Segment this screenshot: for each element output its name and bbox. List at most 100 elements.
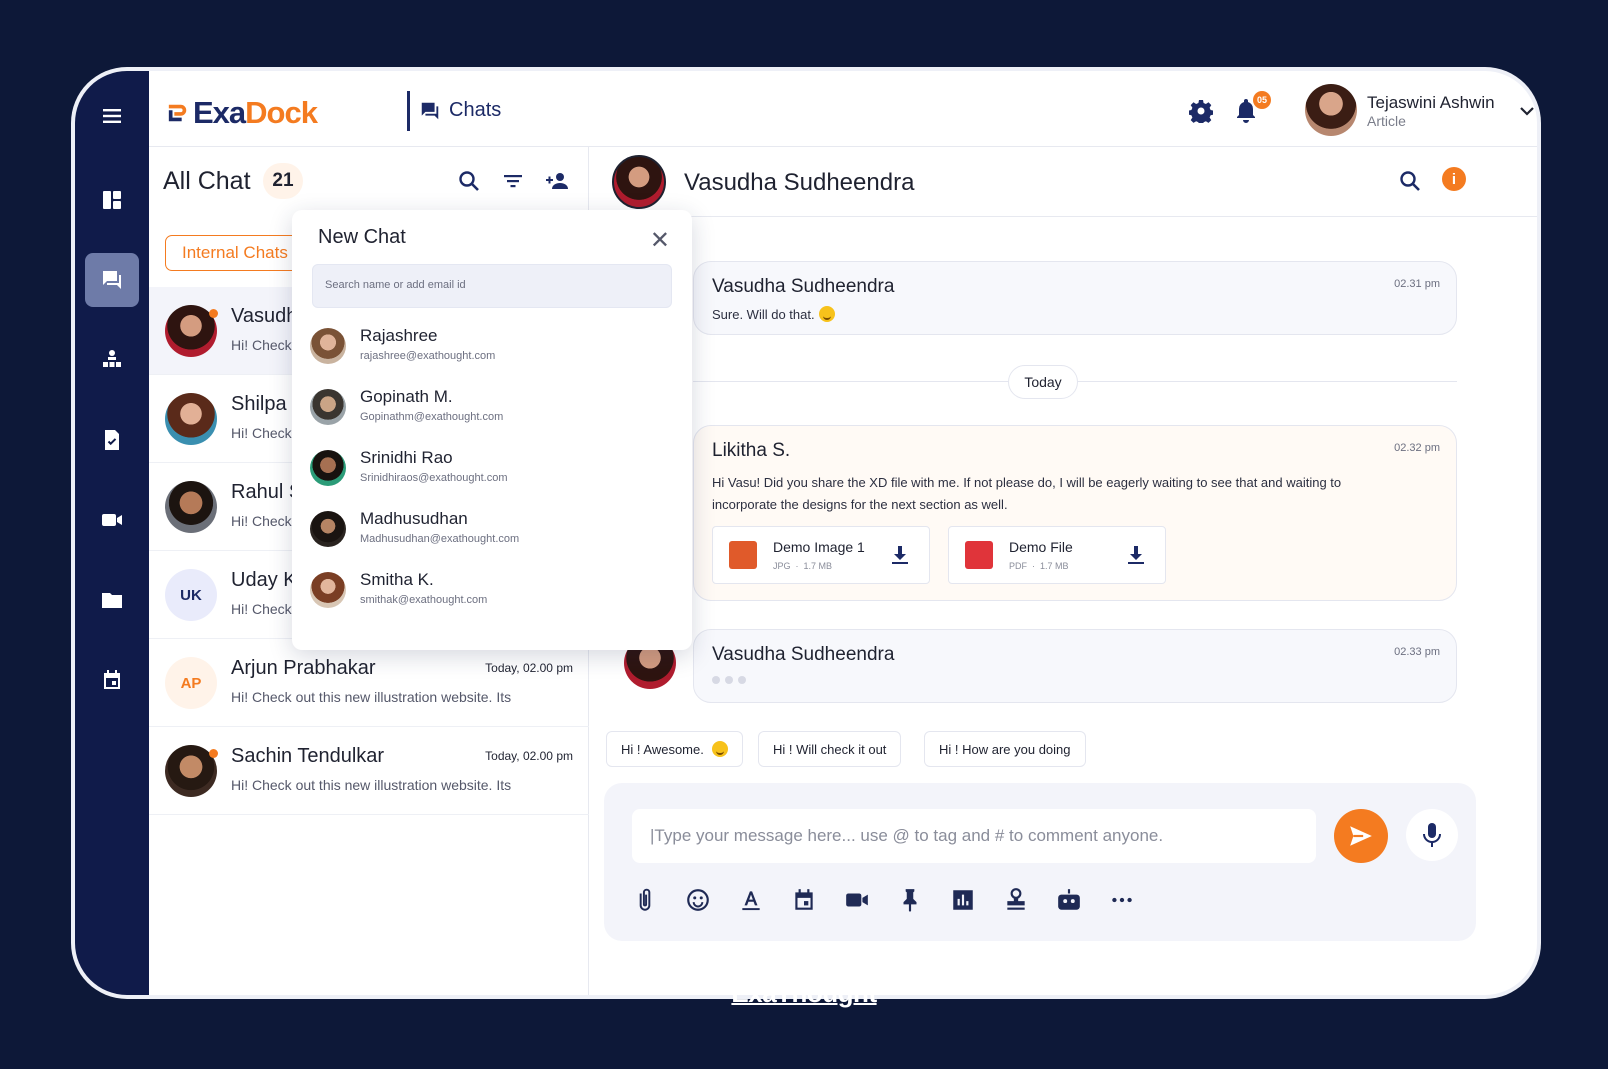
brand-name-left: Exa bbox=[193, 95, 246, 130]
chats-icon[interactable] bbox=[85, 253, 139, 307]
contact-item[interactable]: Srinidhi Rao Srinidhiraos@exathought.com bbox=[292, 444, 692, 505]
avatar[interactable] bbox=[612, 155, 666, 209]
unread-dot bbox=[209, 749, 218, 758]
more-icon[interactable] bbox=[1109, 887, 1135, 913]
search-icon[interactable] bbox=[1398, 169, 1422, 193]
bot-icon[interactable] bbox=[1056, 887, 1082, 913]
avatar bbox=[310, 389, 346, 425]
chevron-down-icon[interactable] bbox=[1519, 103, 1535, 119]
section-title: Chats bbox=[419, 99, 501, 122]
message-sender: Vasudha Sudheendra bbox=[712, 644, 895, 665]
composer-toolbar bbox=[632, 887, 1135, 913]
add-user-icon[interactable] bbox=[545, 169, 569, 193]
task-icon[interactable] bbox=[85, 413, 139, 467]
settings-icon[interactable] bbox=[1189, 99, 1213, 123]
smile-emoji-icon bbox=[711, 741, 728, 757]
conversation-panel: Vasudha Sudheendra i Vasudha Sudheendra … bbox=[590, 147, 1537, 995]
quick-reply-button[interactable]: Hi ! How are you doing bbox=[924, 731, 1086, 767]
calendar-icon[interactable] bbox=[85, 653, 139, 707]
chat-time: Today, 02.00 pm bbox=[485, 749, 573, 763]
contact-name: Srinidhi Rao bbox=[360, 448, 453, 467]
attachment-card[interactable]: Demo File PDF · 1.7 MB bbox=[948, 526, 1166, 584]
contact-email: Madhusudhan@exathought.com bbox=[360, 533, 520, 545]
new-chat-popover: New Chat ✕ Search name or add email id R… bbox=[292, 210, 692, 650]
video-icon[interactable] bbox=[844, 887, 870, 913]
avatar: UK bbox=[165, 569, 217, 621]
message-sender: Vasudha Sudheendra bbox=[712, 276, 895, 297]
jpg-file-icon bbox=[729, 541, 757, 569]
popover-title: New Chat bbox=[318, 226, 406, 248]
video-call-icon[interactable] bbox=[85, 493, 139, 547]
quick-reply-button[interactable]: Hi ! Awesome. bbox=[606, 731, 743, 767]
org-chart-icon[interactable] bbox=[85, 333, 139, 387]
message-input[interactable]: |Type your message here... use @ to tag … bbox=[632, 809, 1316, 863]
chat-bubble-icon bbox=[421, 102, 439, 119]
download-icon[interactable] bbox=[1127, 545, 1145, 565]
message-sender: Likitha S. bbox=[712, 440, 791, 461]
nav-rail bbox=[75, 71, 149, 995]
notification-count-badge: 05 bbox=[1253, 91, 1271, 109]
user-name: Tejaswini Ashwin bbox=[1367, 93, 1495, 112]
search-icon[interactable] bbox=[457, 169, 481, 193]
send-button[interactable] bbox=[1334, 809, 1388, 863]
brand-name-right: Dock bbox=[245, 95, 318, 130]
contact-item[interactable]: Madhusudhan Madhusudhan@exathought.com bbox=[292, 505, 692, 566]
attachment-meta: JPG · 1.7 MB bbox=[773, 561, 833, 571]
attach-icon[interactable] bbox=[632, 887, 658, 913]
message-bubble: Vasudha Sudheendra 02.31 pm Sure. Will d… bbox=[693, 261, 1457, 335]
brand-mark-icon bbox=[168, 104, 187, 122]
voice-button[interactable] bbox=[1406, 809, 1458, 861]
chat-name: Sachin Tendulkar bbox=[231, 745, 385, 767]
pin-icon[interactable] bbox=[897, 887, 923, 913]
dashboard-icon[interactable] bbox=[85, 173, 139, 227]
unread-dot bbox=[209, 309, 218, 318]
chat-list-item[interactable]: Sachin Tendulkar Today, 02.00 pm Hi! Che… bbox=[149, 727, 589, 815]
send-icon bbox=[1350, 826, 1372, 846]
message-time: 02.32 pm bbox=[1394, 442, 1440, 454]
contact-email: Srinidhiraos@exathought.com bbox=[360, 472, 508, 484]
contact-name: Gopinath M. bbox=[360, 387, 453, 406]
avatar: AP bbox=[165, 657, 217, 709]
calendar-icon[interactable] bbox=[791, 887, 817, 913]
attachment-card[interactable]: Demo Image 1 JPG · 1.7 MB bbox=[712, 526, 930, 584]
filter-icon[interactable] bbox=[501, 169, 525, 193]
info-icon[interactable]: i bbox=[1442, 167, 1466, 191]
contact-item[interactable]: Rajashree rajashree@exathought.com bbox=[292, 322, 692, 383]
quick-reply-button[interactable]: Hi ! Will check it out bbox=[758, 731, 902, 767]
message-time: 02.31 pm bbox=[1394, 278, 1440, 290]
avatar bbox=[310, 328, 346, 364]
contact-item[interactable]: Smitha K. smithak@exathought.com bbox=[292, 566, 692, 627]
menu-icon[interactable] bbox=[85, 89, 139, 143]
top-bar: Exa Dock Chats 05 Tejaswini Ashwin Articl… bbox=[149, 71, 1537, 147]
contact-name: Rajashree bbox=[360, 326, 438, 345]
chat-preview: Hi! Check out this new illustration webs… bbox=[231, 689, 512, 705]
pdf-file-icon bbox=[965, 541, 993, 569]
app-window: Exa Dock Chats 05 Tejaswini Ashwin Articl… bbox=[75, 71, 1537, 995]
smile-emoji-icon bbox=[818, 306, 835, 322]
message-text: Sure. Will do that. bbox=[712, 304, 1372, 326]
contact-item[interactable]: Gopinath M. Gopinathm@exathought.com bbox=[292, 383, 692, 444]
attachment-name: Demo File bbox=[1009, 539, 1073, 555]
section-label: Chats bbox=[449, 99, 502, 121]
contact-search-input[interactable]: Search name or add email id bbox=[312, 264, 672, 308]
contact-email: Gopinathm@exathought.com bbox=[360, 411, 504, 423]
chat-list-item[interactable]: AP Arjun Prabhakar Today, 02.00 pm Hi! C… bbox=[149, 639, 589, 727]
avatar bbox=[310, 572, 346, 608]
folder-icon[interactable] bbox=[85, 573, 139, 627]
text-format-icon[interactable] bbox=[738, 887, 764, 913]
message-bubble: Vasudha Sudheendra 02.33 pm bbox=[693, 629, 1457, 703]
avatar bbox=[310, 450, 346, 486]
user-role: Article bbox=[1367, 113, 1406, 129]
stamp-icon[interactable] bbox=[1003, 887, 1029, 913]
day-label: Today bbox=[1008, 365, 1078, 399]
brand-logo[interactable]: Exa Dock bbox=[167, 95, 318, 131]
user-avatar[interactable] bbox=[1305, 84, 1357, 136]
message-composer: |Type your message here... use @ to tag … bbox=[604, 783, 1476, 941]
attachment-name: Demo Image 1 bbox=[773, 539, 865, 555]
message-bubble: Likitha S. 02.32 pm Hi Vasu! Did you sha… bbox=[693, 425, 1457, 601]
chat-name: Arjun Prabhakar bbox=[231, 657, 376, 679]
download-icon[interactable] bbox=[891, 545, 909, 565]
emoji-icon[interactable] bbox=[685, 887, 711, 913]
poll-icon[interactable] bbox=[950, 887, 976, 913]
close-icon[interactable]: ✕ bbox=[650, 226, 670, 255]
